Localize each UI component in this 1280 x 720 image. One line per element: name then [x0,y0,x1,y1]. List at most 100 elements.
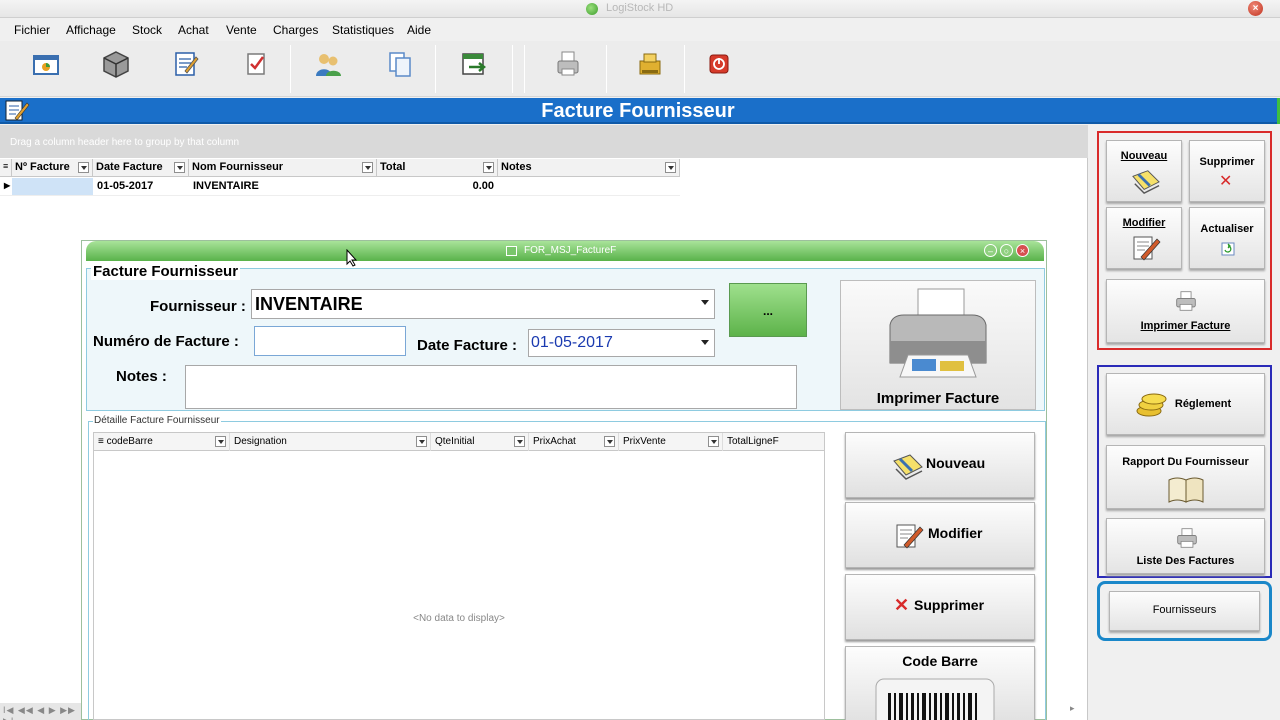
filter-dropdown-icon[interactable] [514,436,525,447]
open-book-icon [1168,477,1204,503]
toolbar-separator [512,45,513,93]
detail-nouveau-button[interactable]: Nouveau [845,432,1035,498]
filter-dropdown-icon[interactable] [174,162,185,173]
column-label: Nº Facture [15,161,70,173]
column-header-prixvente[interactable]: PrixVente [619,433,723,451]
filter-dropdown-icon[interactable] [604,436,615,447]
detail-modifier-label: Modifier [928,525,983,541]
reports-group: Réglement Rapport Du Fournisseur Liste D… [1097,365,1272,578]
cell-notes[interactable] [498,178,680,195]
fournisseurs-group: Fournisseurs [1097,581,1272,641]
code-barre-button[interactable]: Code Barre [845,646,1035,720]
maximize-icon[interactable]: ○ [1000,244,1013,257]
group-by-panel[interactable]: Drag a column header here to group by th… [0,125,1088,158]
column-header-codebarre[interactable]: ≡ codeBarre [94,433,230,451]
close-icon[interactable]: × [1016,244,1029,257]
printer-icon[interactable] [553,49,583,79]
detail-supprimer-label: Supprimer [914,597,985,613]
modifier-button[interactable]: Modifier [1106,207,1182,269]
date-facture-picker[interactable]: 01-05-2017 [528,329,715,357]
export-icon[interactable] [459,49,489,79]
app-icon [586,3,598,15]
toolbar [0,41,1280,97]
users-icon[interactable] [313,49,343,79]
invoice-actions-group: Nouveau Supprimer ✕ Modifier Actualiser [1097,131,1272,350]
code-barre-label: Code Barre [902,653,978,669]
filter-dropdown-icon[interactable] [708,436,719,447]
dialog-titlebar[interactable]: FOR_MSJ_FactureF – ○ × [86,241,1044,261]
stock-box-icon[interactable] [101,49,131,79]
menu-statistiques[interactable]: Statistiques [332,23,394,37]
column-header-num[interactable]: Nº Facture [12,159,93,177]
column-label: PrixVente [623,436,666,447]
menu-aide[interactable]: Aide [407,23,431,37]
cell-date[interactable]: 01-05-2017 [93,178,189,195]
column-chooser-icon[interactable]: ≡ [0,159,12,177]
power-exit-icon[interactable] [704,49,734,79]
notes-textarea[interactable] [185,365,797,409]
filter-dropdown-icon[interactable] [78,162,89,173]
reglement-label: Réglement [1174,398,1232,410]
column-header-qteinitial[interactable]: QteInitial [431,433,529,451]
menu-vente[interactable]: Vente [226,23,257,37]
filter-dropdown-icon[interactable] [215,436,226,447]
column-header-date[interactable]: Date Facture [93,159,189,177]
column-header-fournisseur[interactable]: Nom Fournisseur [189,159,377,177]
checklist-icon[interactable] [241,49,271,79]
detail-nouveau-label: Nouveau [926,455,986,471]
reglement-button[interactable]: Réglement [1106,373,1265,435]
browse-fournisseur-button[interactable]: ... [729,283,807,337]
rapport-fournisseur-button[interactable]: Rapport Du Fournisseur [1106,445,1265,509]
nouveau-label: Nouveau [1120,150,1168,162]
menu-affichage[interactable]: Affichage [66,23,116,37]
detail-modifier-button[interactable]: Modifier [845,502,1035,568]
column-header-notes[interactable]: Notes [498,159,680,177]
numero-facture-input[interactable] [254,326,406,356]
toolbar-separator [606,45,607,93]
nouveau-button[interactable]: Nouveau [1106,140,1182,202]
cash-register-icon[interactable] [635,49,665,79]
imprimer-facture-button[interactable]: Imprimer Facture [1106,279,1265,343]
column-header-designation[interactable]: Designation [230,433,431,451]
date-value: 01-05-2017 [531,334,613,351]
toolbar-separator [435,45,436,93]
column-label: PrixAchat [533,436,576,447]
record-navigator[interactable]: I◀ ◀◀ ◀ ▶ ▶▶ ▶I [0,703,82,720]
liste-factures-button[interactable]: Liste Des Factures [1106,518,1265,574]
fournisseur-label: Fournisseur : [150,298,246,315]
column-label: TotalLigneF [727,436,779,447]
details-grid[interactable]: ≡ codeBarre Designation QteInitial PrixA… [93,432,825,720]
column-header-prixachat[interactable]: PrixAchat [529,433,619,451]
filter-dropdown-icon[interactable] [665,162,676,173]
print-invoice-button[interactable]: Imprimer Facture [840,280,1036,410]
detail-supprimer-button[interactable]: ✕ Supprimer [845,574,1035,640]
invoice-details: Détaille Facture Fournisseur ≡ codeBarre… [88,415,1046,720]
column-header-totallignef[interactable]: TotalLigneF [723,433,824,451]
filter-dropdown-icon[interactable] [416,436,427,447]
scroll-right-icon[interactable]: ▸ [1070,703,1075,714]
menu-achat[interactable]: Achat [178,23,209,37]
column-header-total[interactable]: Total [377,159,498,177]
cell-fournisseur[interactable]: INVENTAIRE [189,178,377,195]
cell-total[interactable]: 0.00 [377,178,498,195]
print-invoice-label: Imprimer Facture [876,390,1000,407]
close-window-button[interactable]: × [1248,1,1263,16]
supprimer-button[interactable]: Supprimer ✕ [1189,140,1265,202]
fournisseurs-button[interactable]: Fournisseurs [1109,591,1260,631]
copy-documents-icon[interactable] [385,49,415,79]
minimize-icon[interactable]: – [984,244,997,257]
menu-charges[interactable]: Charges [273,23,318,37]
menu-stock[interactable]: Stock [132,23,162,37]
notes-label: Notes : [116,368,167,385]
filter-dropdown-icon[interactable] [483,162,494,173]
fournisseurs-label: Fournisseurs [1152,604,1217,616]
coins-icon [1136,393,1167,417]
edit-notepad-icon[interactable] [171,49,201,79]
filter-dropdown-icon[interactable] [362,162,373,173]
menu-fichier[interactable]: Fichier [14,23,50,37]
table-row[interactable]: ▶ 01-05-2017 INVENTAIRE 0.00 [0,178,680,196]
dashboard-icon[interactable] [31,49,61,79]
actualiser-button[interactable]: Actualiser [1189,207,1265,269]
fournisseur-select[interactable]: INVENTAIRE [251,289,715,319]
cell-num[interactable] [12,178,93,195]
